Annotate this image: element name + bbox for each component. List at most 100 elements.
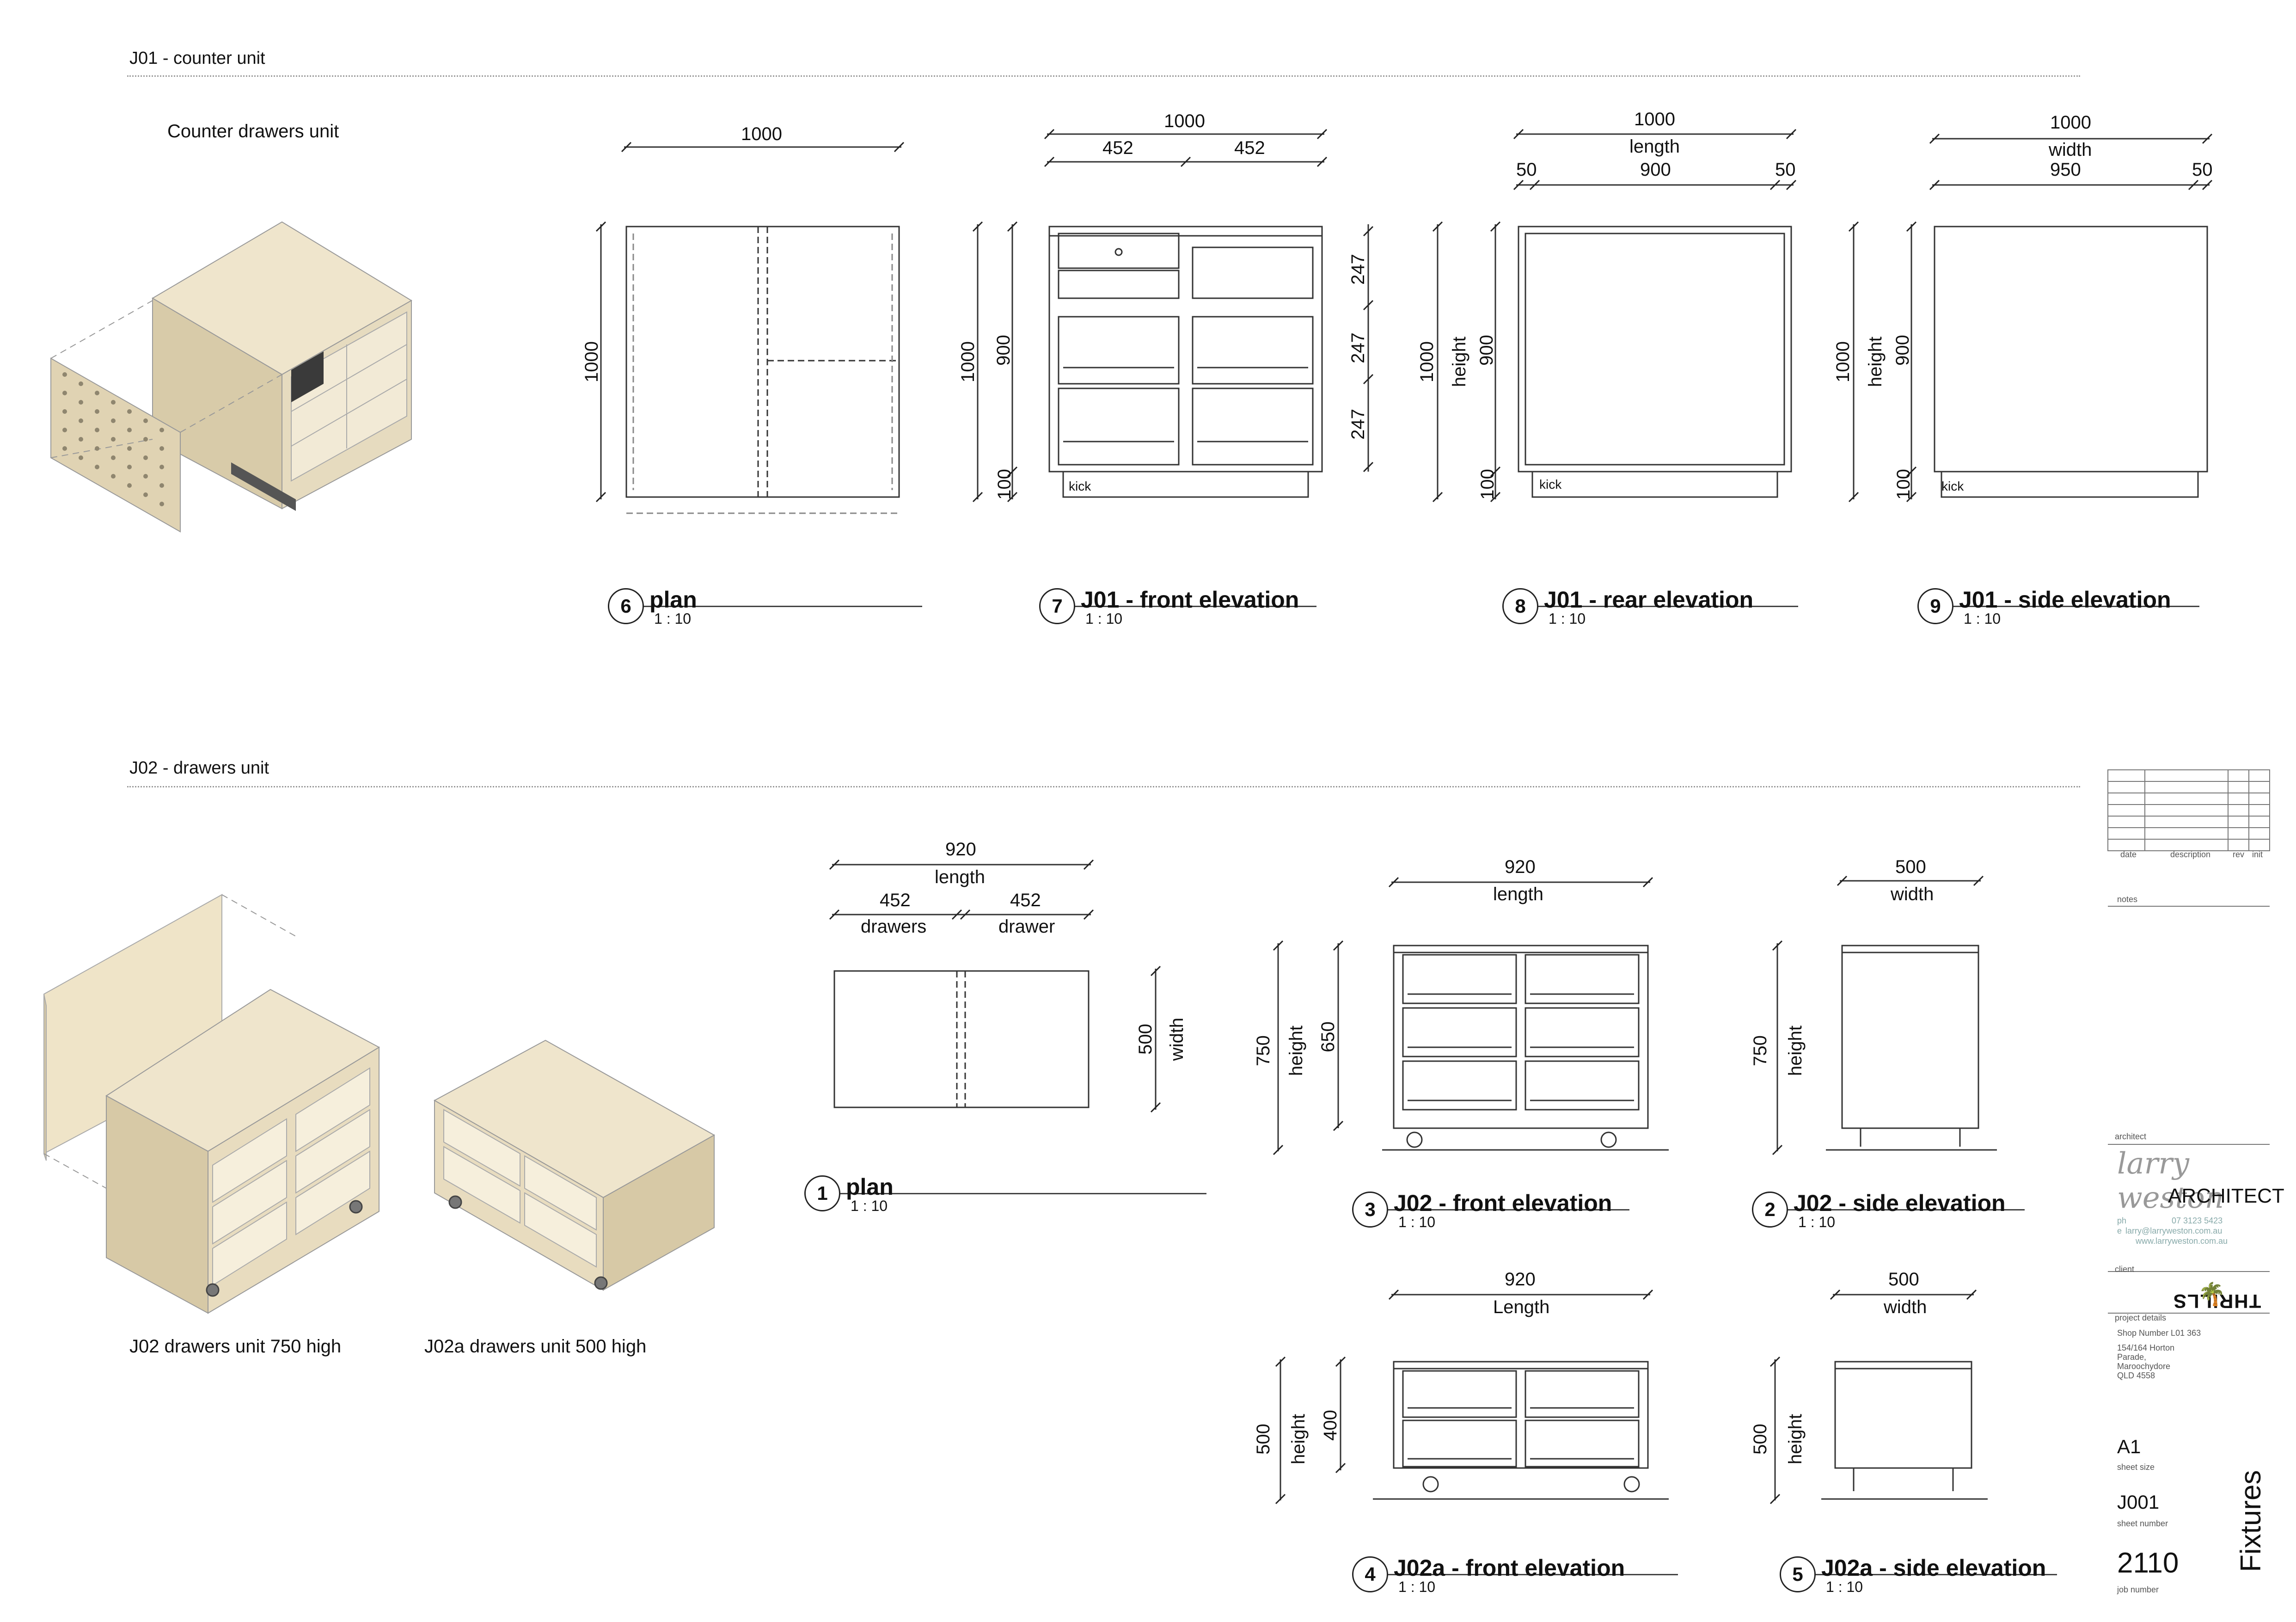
view-title-j01-side[interactable]: 9 J01 - side elevation 1 : 10	[1917, 586, 2199, 628]
dim-side-width-label: width	[2049, 140, 2092, 160]
dim-rear-height-label: height	[1449, 337, 1469, 387]
view-title-plan-j02[interactable]: 1 plan 1 : 10	[804, 1173, 1206, 1215]
project-line-5: QLD 4558	[2117, 1371, 2155, 1380]
dim-rear-body: 900	[1476, 335, 1497, 366]
notes-label: notes	[2117, 895, 2138, 904]
dim-j02-front-length-label: length	[1493, 884, 1543, 904]
rev-header-init: init	[2252, 850, 2263, 859]
rev-header-date: date	[2120, 850, 2137, 859]
dim-j02a-front-length-label: Length	[1493, 1297, 1550, 1317]
sheet-size-value: A1	[2117, 1436, 2141, 1457]
view-number-badge: 2	[1752, 1192, 1788, 1228]
dim-front-body: 900	[993, 335, 1014, 366]
j01-iso-drawing	[50, 221, 412, 533]
dim-front-left: 452	[1102, 138, 1133, 158]
dim-front-drawer-2: 247	[1347, 332, 1368, 363]
dim-plan-depth: 1000	[581, 341, 602, 382]
dim-j02-front-height: 750	[1253, 1035, 1274, 1066]
architect-label: architect	[2115, 1132, 2147, 1141]
view-number-badge: 9	[1917, 588, 1953, 624]
dim-j02-plan-length-label: length	[935, 867, 985, 887]
dim-side-height-label: height	[1865, 337, 1886, 387]
view-name: plan	[649, 587, 697, 613]
j02a-front-elevation-drawing	[1275, 1289, 1669, 1505]
kick-label-side: kick	[1941, 479, 1964, 493]
job-number-label: job number	[2117, 1585, 2159, 1594]
dim-rear-width: 1000	[1634, 109, 1675, 129]
dim-j02-plan-left: 452	[880, 890, 911, 910]
view-scale: 1 : 10	[1398, 1214, 1436, 1230]
job-number-value: 2110	[2117, 1547, 2179, 1579]
view-scale: 1 : 10	[1798, 1214, 1836, 1230]
email-link[interactable]: larry@larryweston.com.au	[2125, 1226, 2222, 1236]
dim-side-inner: 950	[2050, 160, 2081, 180]
dim-front-drawer-1: 247	[1347, 254, 1368, 285]
section-title-j01: J01 - counter unit	[129, 49, 265, 68]
dim-side-height: 1000	[1832, 341, 1853, 382]
dim-j02-front-body: 650	[1317, 1021, 1338, 1052]
view-name: J01 - rear elevation	[1544, 587, 1754, 613]
architect-name: ARCHITECT	[2168, 1185, 2284, 1207]
j02-iso-drawing	[43, 894, 716, 1314]
j01-front-elevation-drawing	[972, 129, 1374, 503]
dim-j02-plan-right: 452	[1010, 890, 1041, 910]
dim-j02-side-width-label: width	[1891, 884, 1934, 904]
dim-j02a-side-height-label: height	[1785, 1414, 1806, 1464]
client-label: client	[2115, 1265, 2135, 1274]
view-title-j02a-side[interactable]: 5 J02a - side elevation 1 : 10	[1780, 1554, 2057, 1596]
dim-side-inset: 50	[2192, 160, 2213, 180]
drawing-sheet	[43, 129, 2270, 1505]
view-name: J02a - side elevation	[1821, 1555, 2046, 1581]
dim-rear-right-inset: 50	[1775, 160, 1796, 180]
view-name: J01 - front elevation	[1081, 587, 1299, 613]
dim-j02-side-width: 500	[1895, 857, 1926, 877]
section-divider-j01	[127, 75, 2080, 77]
j02-front-elevation-drawing	[1273, 877, 1669, 1155]
dim-j02-plan-right-label: drawer	[998, 916, 1055, 937]
dim-front-height: 1000	[957, 341, 978, 382]
j02-side-elevation-drawing	[1772, 875, 1997, 1155]
dim-j02a-front-height-label: height	[1288, 1414, 1309, 1464]
dim-j02-side-height-label: height	[1785, 1026, 1806, 1076]
view-title-j02a-front[interactable]: 4 J02a - front elevation 1 : 10	[1352, 1554, 1678, 1596]
view-name: J02a - front elevation	[1394, 1555, 1625, 1581]
sheet-title: Fixtures	[2235, 1470, 2267, 1572]
view-name: J02 - side elevation	[1794, 1190, 2006, 1216]
view-scale: 1 : 10	[1398, 1579, 1436, 1595]
view-scale: 1 : 10	[851, 1198, 888, 1214]
j02a-side-elevation-drawing	[1769, 1289, 1988, 1505]
dim-front-kick: 100	[994, 469, 1015, 500]
dim-plan-width: 1000	[741, 124, 782, 144]
view-title-j02-front[interactable]: 3 J02 - front elevation 1 : 10	[1352, 1190, 1629, 1231]
dim-j02-plan-width: 500	[1135, 1024, 1156, 1055]
dim-rear-inner: 900	[1640, 160, 1671, 180]
view-title-j01-rear[interactable]: 8 J01 - rear elevation 1 : 10	[1502, 586, 1798, 628]
view-number-badge: 5	[1780, 1556, 1816, 1592]
dim-j02a-side-width-label: width	[1884, 1297, 1927, 1317]
view-scale: 1 : 10	[1549, 610, 1586, 627]
view-number-badge: 3	[1352, 1192, 1388, 1228]
view-title-plan-j01[interactable]: 6 plan 1 : 10	[608, 586, 922, 628]
j02-iso-label: J02 drawers unit 750 high	[129, 1336, 342, 1357]
dim-j02a-front-length: 920	[1505, 1269, 1536, 1290]
view-number-badge: 4	[1352, 1556, 1388, 1592]
view-title-j01-front[interactable]: 7 J01 - front elevation 1 : 10	[1039, 586, 1316, 628]
view-number-badge: 6	[608, 588, 644, 624]
phone-label: ph	[2117, 1216, 2127, 1225]
project-line-2: 154/164 Horton	[2117, 1343, 2175, 1352]
view-title-j02-side[interactable]: 2 J02 - side elevation 1 : 10	[1752, 1190, 2025, 1231]
website-link[interactable]: www.larryweston.com.au	[2136, 1236, 2228, 1246]
dim-rear-kick: 100	[1477, 469, 1498, 500]
project-label: project details	[2115, 1313, 2167, 1322]
j01-side-elevation-drawing	[1848, 133, 2213, 503]
j02a-iso-label: J02a drawers unit 500 high	[424, 1336, 647, 1357]
dim-side-kick: 100	[1893, 469, 1914, 500]
email-label: e	[2117, 1226, 2122, 1235]
sheet-size-label: sheet size	[2117, 1462, 2155, 1472]
dim-j02-plan-length: 920	[945, 839, 976, 860]
kick-label-front: kick	[1069, 479, 1091, 493]
view-name: J01 - side elevation	[1959, 587, 2171, 613]
dim-j02a-side-height: 500	[1750, 1424, 1770, 1455]
dim-j02-front-length: 920	[1505, 857, 1536, 877]
dim-side-width: 1000	[2050, 112, 2091, 133]
